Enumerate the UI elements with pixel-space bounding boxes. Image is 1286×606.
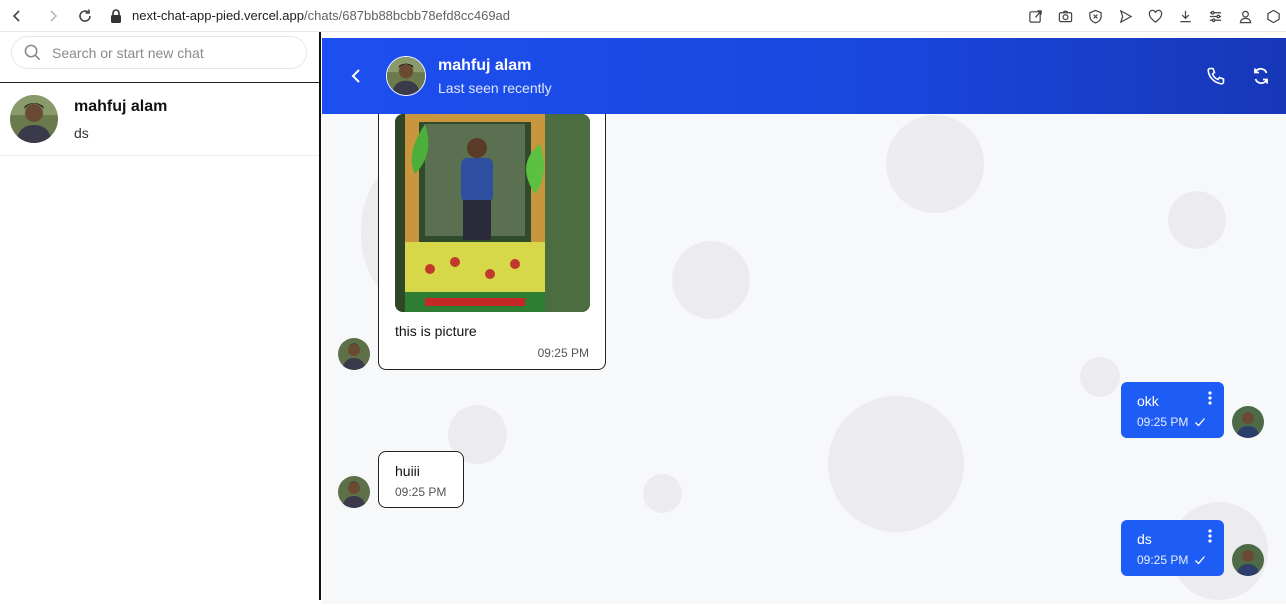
chat-name: mahfuj alam bbox=[74, 97, 168, 115]
kebab-menu-icon[interactable] bbox=[1208, 391, 1212, 410]
extensions-icon[interactable] bbox=[1260, 5, 1286, 27]
incoming-message-bubble[interactable]: this is picture 09:25 PM bbox=[378, 90, 606, 370]
profile-icon[interactable] bbox=[1230, 5, 1260, 27]
reload-icon[interactable] bbox=[74, 5, 96, 27]
message-text: okk bbox=[1137, 393, 1159, 409]
url-host: next-chat-app-pied.vercel.app bbox=[132, 8, 304, 23]
check-icon bbox=[1194, 415, 1206, 427]
background-circle bbox=[1168, 191, 1226, 249]
chat-panel: this is picture 09:25 PM okk 09:25 PM hu… bbox=[322, 38, 1286, 604]
url-path: /chats/687bb88bcbb78efd8cc469ad bbox=[304, 8, 511, 23]
lock-icon[interactable] bbox=[110, 8, 122, 23]
background-circle bbox=[672, 241, 750, 319]
avatar bbox=[1232, 406, 1264, 438]
chat-sidebar: mahfuj alam ds bbox=[0, 32, 321, 600]
send-icon[interactable] bbox=[1110, 5, 1140, 27]
refresh-icon[interactable] bbox=[1251, 66, 1271, 86]
background-circle bbox=[643, 474, 682, 513]
message-time: 09:25 PM bbox=[1137, 553, 1189, 567]
message-text: this is picture bbox=[395, 323, 477, 339]
message-time: 09:25 PM bbox=[1137, 415, 1189, 429]
check-icon bbox=[1194, 553, 1206, 565]
phone-icon[interactable] bbox=[1206, 66, 1226, 86]
chat-header: mahfuj alam Last seen recently bbox=[322, 38, 1286, 114]
message-time: 09:25 PM bbox=[537, 346, 589, 360]
contact-status: Last seen recently bbox=[438, 80, 552, 96]
forward-icon[interactable] bbox=[42, 5, 64, 27]
avatar bbox=[338, 338, 370, 370]
back-icon[interactable] bbox=[6, 5, 28, 27]
search-section bbox=[0, 32, 319, 83]
avatar bbox=[338, 476, 370, 508]
message-time: 09:25 PM bbox=[395, 485, 447, 499]
settings-icon[interactable] bbox=[1200, 5, 1230, 27]
background-circle bbox=[886, 115, 984, 213]
share-icon[interactable] bbox=[1020, 5, 1050, 27]
scrollbar[interactable] bbox=[1280, 114, 1286, 604]
search-icon bbox=[24, 44, 41, 61]
avatar bbox=[1232, 544, 1264, 576]
shield-icon[interactable] bbox=[1080, 5, 1110, 27]
message-image[interactable] bbox=[395, 114, 590, 312]
browser-actions bbox=[1020, 0, 1286, 32]
chat-list-item[interactable]: mahfuj alam ds bbox=[0, 83, 319, 156]
search-input[interactable] bbox=[52, 44, 282, 61]
incoming-message-bubble[interactable]: huiii 09:25 PM bbox=[378, 451, 464, 508]
message-text: huiii bbox=[395, 463, 420, 479]
avatar bbox=[10, 95, 58, 143]
message-text: ds bbox=[1137, 531, 1152, 547]
chevron-left-icon[interactable] bbox=[346, 65, 366, 87]
address-bar[interactable]: next-chat-app-pied.vercel.app/chats/687b… bbox=[132, 8, 510, 23]
kebab-menu-icon[interactable] bbox=[1208, 529, 1212, 548]
outgoing-message-bubble[interactable]: okk 09:25 PM bbox=[1121, 382, 1224, 438]
search-box[interactable] bbox=[11, 36, 307, 69]
heart-icon[interactable] bbox=[1140, 5, 1170, 27]
background-circle bbox=[1080, 357, 1120, 397]
download-icon[interactable] bbox=[1170, 5, 1200, 27]
camera-icon[interactable] bbox=[1050, 5, 1080, 27]
background-circle bbox=[828, 396, 964, 532]
avatar[interactable] bbox=[386, 56, 426, 96]
browser-toolbar: next-chat-app-pied.vercel.app/chats/687b… bbox=[0, 0, 1286, 32]
contact-name: mahfuj alam bbox=[438, 57, 532, 74]
outgoing-message-bubble[interactable]: ds 09:25 PM bbox=[1121, 520, 1224, 576]
chat-preview: ds bbox=[74, 124, 89, 141]
